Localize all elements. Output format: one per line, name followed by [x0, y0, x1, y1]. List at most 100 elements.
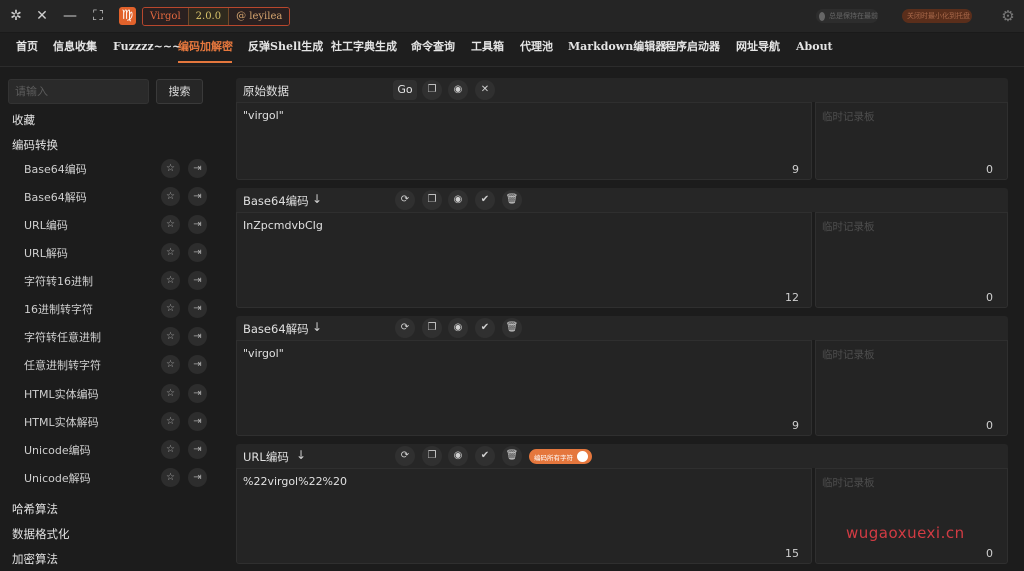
star-icon[interactable]: ☆ — [161, 299, 180, 318]
insert-icon[interactable]: ⇥ — [188, 412, 207, 431]
star-icon[interactable]: ☆ — [161, 271, 180, 290]
star-icon[interactable]: ☆ — [161, 412, 180, 431]
toggle-label: 编码所有字符 — [534, 453, 573, 462]
minimize-to-tray-toggle[interactable]: 关闭时最小化到托盘 — [902, 9, 972, 23]
copy-icon[interactable]: ❐ — [422, 446, 442, 466]
insert-icon[interactable]: ⇥ — [188, 299, 207, 318]
format-section[interactable]: 数据格式化 — [12, 526, 70, 542]
encoding-section[interactable]: 编码转换 — [12, 137, 58, 153]
nav-home[interactable]: 首页 — [16, 33, 38, 66]
sidebar-item-html-encode[interactable]: HTML实体编码 ☆ ⇥ — [24, 384, 214, 404]
check-icon[interactable]: ✔ — [475, 446, 495, 466]
nav-fuzz[interactable]: Fuzzzz~~~ — [113, 33, 181, 66]
sidebar-item-hex-to-str[interactable]: 16进制转字符 ☆ ⇥ — [24, 299, 214, 319]
trash-icon[interactable]: 🗑 — [502, 446, 522, 466]
trash-icon[interactable]: 🗑 — [502, 190, 522, 210]
version-badge: 2.0.0 — [187, 8, 230, 25]
gear-icon[interactable]: ⚙ — [1000, 8, 1016, 24]
check-icon[interactable]: ✔ — [475, 318, 495, 338]
notepad-placeholder: 临时记录板 — [822, 111, 875, 123]
star-icon[interactable]: ☆ — [161, 384, 180, 403]
nav-command-lookup[interactable]: 命令查询 — [411, 33, 455, 66]
insert-icon[interactable]: ⇥ — [188, 187, 207, 206]
refresh-icon[interactable]: ⟳ — [395, 318, 415, 338]
sidebar-item-base64-decode[interactable]: Base64解码 ☆ ⇥ — [24, 187, 214, 207]
maximize-icon[interactable]: ⛶ — [90, 8, 106, 24]
copy-icon[interactable]: ❐ — [422, 190, 442, 210]
close-icon[interactable]: ✕ — [34, 8, 50, 24]
copy-icon[interactable]: ❐ — [422, 80, 442, 100]
insert-icon[interactable]: ⇥ — [188, 159, 207, 178]
refresh-icon[interactable]: ⟳ — [395, 190, 415, 210]
insert-icon[interactable]: ⇥ — [188, 271, 207, 290]
star-icon[interactable]: ☆ — [161, 327, 180, 346]
nav-markdown-editor[interactable]: Markdown编辑器 — [568, 33, 666, 66]
sidebar-item-url-encode[interactable]: URL编码 ☆ ⇥ — [24, 215, 214, 235]
eye-icon[interactable]: ◉ — [448, 80, 468, 100]
author-badge[interactable]: @ leyilea — [229, 8, 290, 25]
search-button[interactable]: 搜索 — [156, 79, 203, 104]
notepad[interactable]: 临时记录板 0 — [815, 102, 1008, 180]
nav-reverse-shell[interactable]: 反弹Shell生成 — [248, 33, 323, 66]
sidebar-item-label: Base64解码 — [24, 191, 87, 204]
base64-encode-textarea[interactable]: InZpcmdvbCIg 12 — [236, 212, 812, 308]
pin-icon[interactable]: ✲ — [8, 8, 24, 24]
sidebar-item-str-to-radix[interactable]: 字符转任意进制 ☆ ⇥ — [24, 327, 214, 347]
nav-info-gather[interactable]: 信息收集 — [53, 33, 97, 66]
eye-icon[interactable]: ◉ — [448, 318, 468, 338]
star-icon[interactable]: ☆ — [161, 243, 180, 262]
favorites-section[interactable]: 收藏 — [12, 112, 35, 128]
sidebar-item-html-decode[interactable]: HTML实体解码 ☆ ⇥ — [24, 412, 214, 432]
sidebar-item-radix-to-str[interactable]: 任意进制转字符 ☆ ⇥ — [24, 355, 214, 375]
notepad[interactable]: 临时记录板 0 — [815, 340, 1008, 436]
trash-icon[interactable]: 🗑 — [502, 318, 522, 338]
base64-decode-textarea[interactable]: "virgol" 9 — [236, 340, 812, 436]
sidebar-item-url-decode[interactable]: URL解码 ☆ ⇥ — [24, 243, 214, 263]
sidebar-item-unicode-decode[interactable]: Unicode解码 ☆ ⇥ — [24, 468, 214, 488]
sidebar-item-str-to-hex[interactable]: 字符转16进制 ☆ ⇥ — [24, 271, 214, 291]
insert-icon[interactable]: ⇥ — [188, 327, 207, 346]
nav-toolbox[interactable]: 工具箱 — [471, 33, 504, 66]
always-on-top-toggle[interactable]: 总是保持在最前 — [816, 9, 878, 23]
star-icon[interactable]: ☆ — [161, 215, 180, 234]
insert-icon[interactable]: ⇥ — [188, 243, 207, 262]
star-icon[interactable]: ☆ — [161, 355, 180, 374]
eye-icon[interactable]: ◉ — [448, 190, 468, 210]
star-icon[interactable]: ☆ — [161, 187, 180, 206]
notepad[interactable]: 临时记录板 0 — [815, 212, 1008, 308]
close-icon[interactable]: ✕ — [475, 80, 495, 100]
sidebar-item-unicode-encode[interactable]: Unicode编码 ☆ ⇥ — [24, 440, 214, 460]
char-count: 0 — [986, 547, 993, 560]
refresh-icon[interactable]: ⟳ — [395, 446, 415, 466]
insert-icon[interactable]: ⇥ — [188, 440, 207, 459]
check-icon[interactable]: ✔ — [475, 190, 495, 210]
notepad-placeholder: 临时记录板 — [822, 221, 875, 233]
nav-about[interactable]: About — [796, 33, 833, 66]
hash-section[interactable]: 哈希算法 — [12, 501, 58, 517]
star-icon[interactable]: ☆ — [161, 159, 180, 178]
insert-icon[interactable]: ⇥ — [188, 215, 207, 234]
raw-data-textarea[interactable]: "virgol" 9 — [236, 102, 812, 180]
base64-decode-header: Base64解码 ↓ ⟳ ❐ ◉ ✔ 🗑 — [236, 316, 1008, 340]
star-icon[interactable]: ☆ — [161, 468, 180, 487]
nav-proxy-pool[interactable]: 代理池 — [520, 33, 553, 66]
nav-url-nav[interactable]: 网址导航 — [736, 33, 780, 66]
insert-icon[interactable]: ⇥ — [188, 355, 207, 374]
encode-all-chars-toggle[interactable]: 编码所有字符 — [529, 449, 592, 464]
star-icon[interactable]: ☆ — [161, 440, 180, 459]
insert-icon[interactable]: ⇥ — [188, 468, 207, 487]
nav-launcher[interactable]: 程序启动器 — [665, 33, 720, 66]
insert-icon[interactable]: ⇥ — [188, 384, 207, 403]
url-encode-header: URL编码 ↓ ⟳ ❐ ◉ ✔ 🗑 编码所有字符 — [236, 444, 1008, 468]
raw-data-header: 原始数据 Go ❐ ◉ ✕ — [236, 78, 1008, 102]
eye-icon[interactable]: ◉ — [448, 446, 468, 466]
copy-icon[interactable]: ❐ — [422, 318, 442, 338]
go-button[interactable]: Go — [393, 80, 417, 100]
crypto-section[interactable]: 加密算法 — [12, 551, 58, 567]
notepad[interactable]: 临时记录板 0 — [815, 468, 1008, 564]
sidebar-item-base64-encode[interactable]: Base64编码 ☆ ⇥ — [24, 159, 214, 179]
search-input[interactable] — [8, 79, 149, 104]
minimize-icon[interactable]: — — [62, 8, 78, 24]
url-encode-textarea[interactable]: %22virgol%22%20 15 — [236, 468, 812, 564]
nav-wordlist[interactable]: 社工字典生成 — [331, 33, 397, 66]
